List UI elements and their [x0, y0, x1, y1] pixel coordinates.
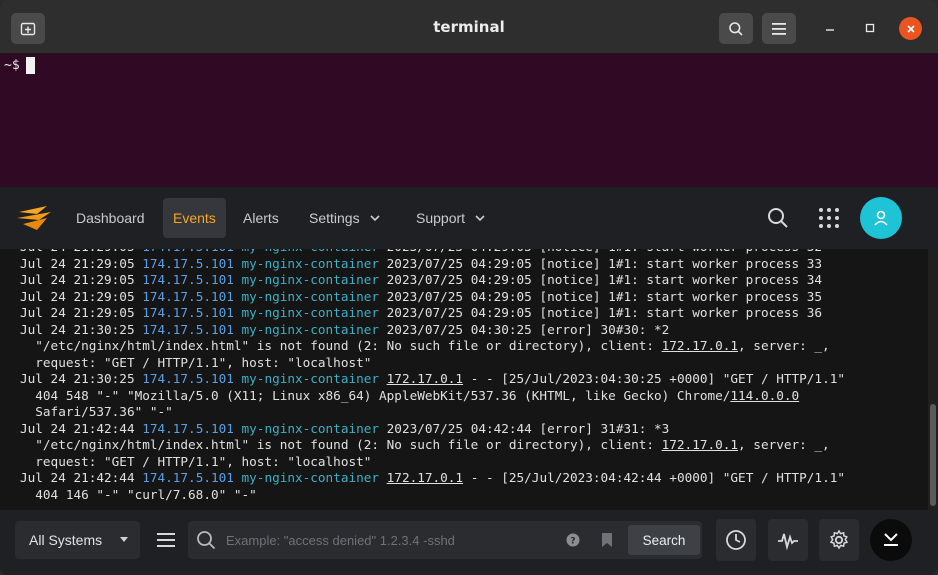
chevron-down-icon [370, 215, 380, 222]
log-line: Jul 24 21:29:05 174.17.5.101 my-nginx-co… [20, 305, 823, 320]
hamburger-icon [157, 533, 175, 547]
log-line: "/etc/nginx/html/index.html" is not foun… [20, 437, 830, 452]
maximize-button[interactable] [858, 16, 882, 40]
log-line: Jul 24 21:29:05 174.17.5.101 my-nginx-co… [20, 255, 823, 271]
log-line: 404 146 "-" "curl/7.68.0" "-" [20, 486, 257, 502]
settings-button[interactable] [819, 519, 859, 561]
search-button[interactable]: Search [628, 525, 700, 555]
terminal-menu-button[interactable] [762, 13, 796, 44]
search-icon [768, 208, 788, 228]
log-line: Jul 24 21:42:44 174.17.5.101 my-nginx-co… [20, 420, 670, 436]
grid-icon [819, 208, 839, 228]
terminal-window: terminal ~$ Dashboard Events Alerts Sett… [0, 0, 938, 575]
log-line: Jul 24 21:29:05 174.17.5.101 my-nginx-co… [20, 288, 823, 304]
nav-dashboard[interactable]: Dashboard [66, 198, 155, 238]
log-line: 404 548 "-" "Mozilla/5.0 (X11; Linux x86… [20, 387, 800, 403]
history-icon [726, 530, 746, 550]
global-search-button[interactable] [763, 203, 793, 233]
log-line: Jul 24 21:42:44 174.17.5.101 my-nginx-co… [20, 470, 845, 485]
app-switcher-button[interactable] [814, 203, 844, 233]
nav-dashboard-label: Dashboard [76, 210, 145, 226]
log-line: request: "GET / HTTP/1.1", host: "localh… [20, 453, 372, 469]
person-icon [874, 210, 888, 226]
text-cursor [25, 57, 35, 74]
nav-settings[interactable]: Settings [299, 198, 390, 238]
log-line: request: "GET / HTTP/1.1", host: "localh… [20, 354, 372, 370]
expand-icon [884, 533, 898, 546]
expand-button[interactable] [870, 519, 912, 561]
terminal-search-button[interactable] [719, 13, 753, 44]
nav-settings-label: Settings [309, 210, 360, 226]
window-title: terminal [433, 18, 505, 36]
title-bar: terminal [0, 0, 938, 54]
prompt-text: ~$ [4, 58, 20, 73]
solarwinds-logo-icon [17, 206, 51, 230]
help-icon[interactable]: ? [566, 533, 580, 547]
close-button[interactable] [899, 17, 922, 40]
live-tail-button[interactable] [768, 519, 808, 561]
chevron-down-icon [475, 215, 485, 222]
system-select[interactable]: All Systems [15, 521, 140, 559]
app-navbar: Dashboard Events Alerts Settings Support [0, 187, 938, 249]
minimize-icon [826, 29, 834, 31]
caret-down-icon [120, 537, 128, 542]
log-line: Jul 24 21:30:25 174.17.5.101 my-nginx-co… [20, 371, 845, 386]
user-avatar-button[interactable] [860, 197, 902, 239]
event-log[interactable]: Jul 24 21:29:05 174.17.5.101 my-nginx-co… [0, 249, 938, 510]
maximize-icon [865, 23, 875, 33]
nav-support[interactable]: Support [406, 198, 495, 238]
hamburger-icon [772, 22, 786, 35]
nav-alerts[interactable]: Alerts [233, 198, 289, 238]
nav-alerts-label: Alerts [243, 210, 279, 226]
log-line: "/etc/nginx/html/index.html" is not foun… [20, 338, 830, 353]
close-icon [906, 24, 915, 33]
svg-text:?: ? [570, 537, 575, 547]
filter-menu-button[interactable] [147, 521, 185, 559]
log-lines: Jul 24 21:29:05 174.17.5.101 my-nginx-co… [20, 249, 845, 503]
terminal-output[interactable]: ~$ [0, 54, 938, 187]
nav-support-label: Support [416, 210, 466, 226]
pulse-icon [778, 533, 798, 551]
search-input[interactable] [226, 521, 546, 559]
log-scrollbar-thumb[interactable] [930, 404, 936, 506]
log-line: Safari/537.36" "-" [20, 404, 173, 419]
search-icon [729, 21, 743, 36]
gear-icon [829, 529, 849, 550]
bookmark-icon[interactable] [600, 532, 614, 548]
minimize-button[interactable] [818, 16, 842, 40]
nav-events[interactable]: Events [163, 198, 226, 238]
log-line: Jul 24 21:29:05 174.17.5.101 my-nginx-co… [20, 272, 823, 287]
nav-events-label: Events [173, 210, 216, 226]
search-icon [197, 531, 216, 550]
system-select-value: All Systems [29, 532, 103, 548]
log-line: Jul 24 21:30:25 174.17.5.101 my-nginx-co… [20, 321, 670, 337]
shell-prompt: ~$ [4, 57, 35, 74]
history-button[interactable] [716, 519, 756, 561]
search-box: ? Search [188, 521, 702, 559]
